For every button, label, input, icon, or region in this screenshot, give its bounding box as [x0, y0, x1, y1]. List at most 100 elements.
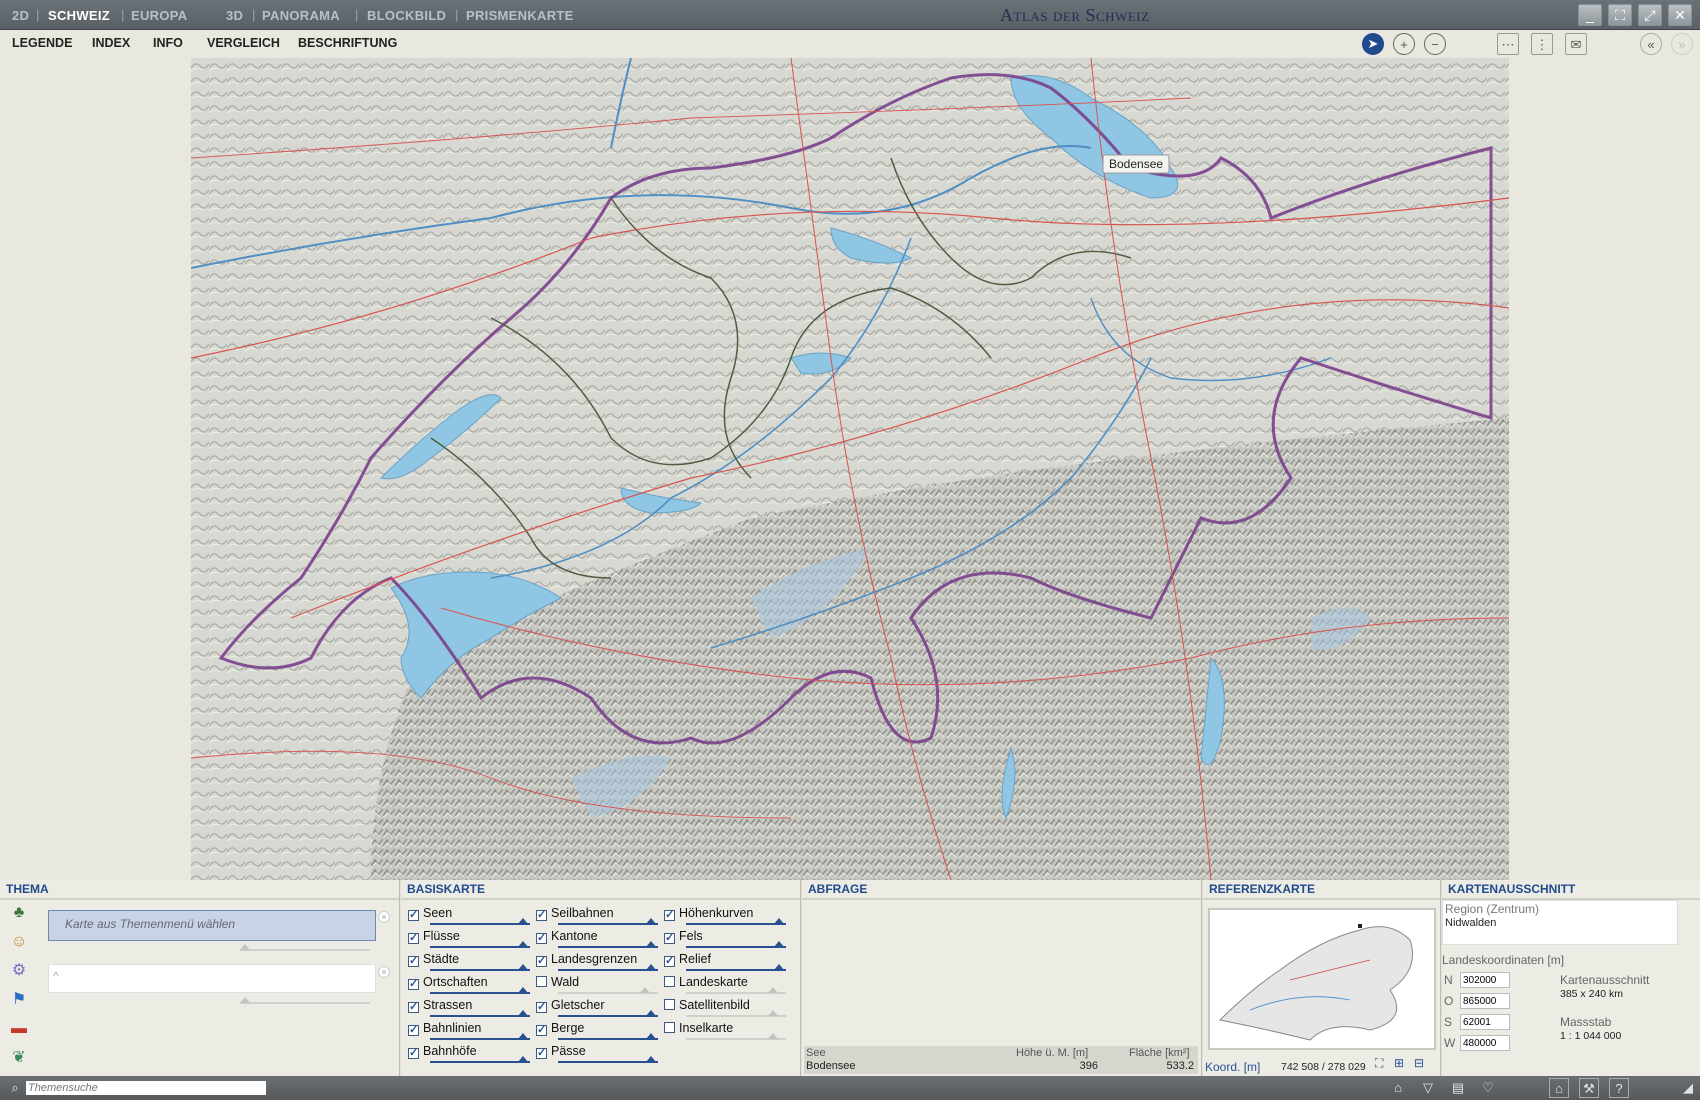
checkbox-checked-icon[interactable]: ✓ [664, 933, 675, 944]
transport-theme-button[interactable]: ▬ [8, 1018, 30, 1040]
checkbox-unchecked-icon[interactable] [664, 1022, 675, 1033]
tab-panorama[interactable]: PANORAMA [262, 8, 340, 23]
zoom-out-button[interactable]: − [1424, 33, 1446, 55]
pointer-tool-button[interactable]: ➤ [1362, 33, 1384, 55]
mode-2d-label[interactable]: 2D [12, 8, 29, 23]
layer-toggle-0[interactable]: ✓ Höhenkurven [664, 906, 753, 921]
n-input[interactable] [1460, 972, 1510, 988]
layer-opacity-slider[interactable] [558, 964, 658, 971]
layer-opacity-slider[interactable] [558, 1010, 658, 1017]
zoom-in-button[interactable]: + [1393, 33, 1415, 55]
tab-prismenkarte[interactable]: PRISMENKARTE [466, 8, 574, 23]
layer-opacity-slider[interactable] [558, 1033, 658, 1040]
checkbox-unchecked-icon[interactable] [664, 976, 675, 987]
fit-icon[interactable]: ⛶ [1375, 1056, 1383, 1071]
print-icon[interactable]: ▤ [1448, 1078, 1468, 1098]
map-view[interactable]: Bodensee [191, 58, 1509, 880]
theme-select-field[interactable]: Karte aus Themenmenü wählen [48, 910, 376, 941]
theme-search-input[interactable] [26, 1081, 266, 1095]
mode-3d-label[interactable]: 3D [226, 8, 243, 23]
layer-toggle-3[interactable]: ✓ Ortschaften [408, 975, 488, 990]
layer-toggle-2[interactable]: ✓ Städte [408, 952, 459, 967]
zoom-in-icon[interactable]: ⊞ [1394, 1056, 1404, 1070]
layer-toggle-1[interactable]: ✓ Flüsse [408, 929, 460, 944]
resize-grip-icon[interactable]: ◢ [1678, 1078, 1698, 1098]
checkbox-checked-icon[interactable]: ✓ [536, 1025, 547, 1036]
forward-button[interactable]: » [1671, 33, 1693, 55]
layer-toggle-2[interactable]: ✓ Relief [664, 952, 711, 967]
menu-index[interactable]: INDEX [92, 36, 130, 50]
layer-toggle-1[interactable]: ✓ Fels [664, 929, 703, 944]
w-input[interactable] [1460, 1035, 1510, 1051]
layer-toggle-1[interactable]: ✓ Kantone [536, 929, 598, 944]
back-button[interactable]: « [1640, 33, 1662, 55]
layer-toggle-3[interactable]: Landeskarte [664, 975, 748, 989]
open-folder-icon[interactable]: ⌂ [1388, 1078, 1408, 1098]
split-horizontal-button[interactable]: ⋯ [1497, 33, 1519, 55]
layer-opacity-slider[interactable] [686, 941, 786, 948]
layer-opacity-slider[interactable] [686, 987, 786, 994]
compare-opacity-slider[interactable] [240, 997, 370, 1004]
layer-toggle-0[interactable]: ✓ Seilbahnen [536, 906, 614, 921]
save-icon[interactable]: ▽ [1418, 1078, 1438, 1098]
layer-toggle-4[interactable]: ✓ Gletscher [536, 998, 605, 1013]
split-vertical-button[interactable]: ⋮ [1531, 33, 1553, 55]
layer-opacity-slider[interactable] [686, 964, 786, 971]
layer-toggle-6[interactable]: ✓ Pässe [536, 1044, 586, 1059]
layer-toggle-2[interactable]: ✓ Landesgrenzen [536, 952, 637, 967]
layer-toggle-5[interactable]: ✓ Berge [536, 1021, 584, 1036]
layer-opacity-slider[interactable] [430, 964, 530, 971]
tab-schweiz[interactable]: SCHWEIZ [48, 8, 110, 23]
layer-toggle-0[interactable]: ✓ Seen [408, 906, 452, 921]
layer-opacity-slider[interactable] [686, 1033, 786, 1040]
energy-theme-button[interactable]: ❦ [8, 1047, 30, 1069]
menu-legende[interactable]: LEGENDE [12, 36, 72, 50]
layer-opacity-slider[interactable] [558, 1056, 658, 1063]
nature-theme-button[interactable]: ♣ [8, 902, 30, 924]
tab-blockbild[interactable]: BLOCKBILD [367, 8, 446, 23]
layer-toggle-6[interactable]: ✓ Bahnhöfe [408, 1044, 477, 1059]
bookmark-icon[interactable]: ♡ [1478, 1078, 1498, 1098]
checkbox-checked-icon[interactable]: ✓ [536, 910, 547, 921]
layer-toggle-4[interactable]: Satellitenbild [664, 998, 750, 1012]
layer-opacity-slider[interactable] [686, 918, 786, 925]
layer-opacity-slider[interactable] [558, 918, 658, 925]
layer-toggle-5[interactable]: ✓ Bahnlinien [408, 1021, 481, 1036]
checkbox-checked-icon[interactable]: ✓ [536, 1048, 547, 1059]
menu-beschriftung[interactable]: BESCHRIFTUNG [298, 36, 397, 50]
s-input[interactable] [1460, 1014, 1510, 1030]
checkbox-checked-icon[interactable]: ✓ [536, 933, 547, 944]
relief-map[interactable]: Bodensee [191, 58, 1509, 880]
checkbox-checked-icon[interactable]: ✓ [408, 1002, 419, 1013]
checkbox-unchecked-icon[interactable] [664, 999, 675, 1010]
fullscreen-button[interactable]: ⤢ [1638, 4, 1662, 26]
checkbox-checked-icon[interactable]: ✓ [664, 956, 675, 967]
checkbox-checked-icon[interactable]: ✓ [536, 956, 547, 967]
layer-toggle-5[interactable]: Inselkarte [664, 1021, 733, 1035]
reference-map[interactable] [1208, 908, 1436, 1050]
checkbox-checked-icon[interactable]: ✓ [664, 910, 675, 921]
zoom-out-icon[interactable]: ⊟ [1414, 1056, 1424, 1070]
checkbox-checked-icon[interactable]: ✓ [408, 1048, 419, 1059]
envelope-button[interactable]: ✉ [1565, 33, 1587, 55]
layer-toggle-4[interactable]: ✓ Strassen [408, 998, 472, 1013]
layer-opacity-slider[interactable] [430, 1010, 530, 1017]
tab-europa[interactable]: EUROPA [131, 8, 187, 23]
layer-opacity-slider[interactable] [430, 1033, 530, 1040]
checkbox-unchecked-icon[interactable] [536, 976, 547, 987]
minimize-button[interactable]: _ [1578, 4, 1602, 26]
economy-theme-button[interactable]: ⚙ [8, 960, 30, 982]
checkbox-checked-icon[interactable]: ✓ [408, 956, 419, 967]
politics-theme-button[interactable]: ⚑ [8, 989, 30, 1011]
clear-theme-button[interactable]: × [378, 911, 390, 923]
checkbox-checked-icon[interactable]: ✓ [408, 910, 419, 921]
layer-opacity-slider[interactable] [558, 987, 658, 994]
o-input[interactable] [1460, 993, 1510, 1009]
help-icon[interactable]: ? [1609, 1078, 1629, 1098]
clear-compare-button[interactable]: × [378, 966, 390, 978]
menu-info[interactable]: INFO [153, 36, 183, 50]
menu-vergleich[interactable]: VERGLEICH [207, 36, 280, 50]
layer-opacity-slider[interactable] [430, 918, 530, 925]
checkbox-checked-icon[interactable]: ✓ [408, 1025, 419, 1036]
fit-window-button[interactable]: ⛶ [1608, 4, 1632, 26]
